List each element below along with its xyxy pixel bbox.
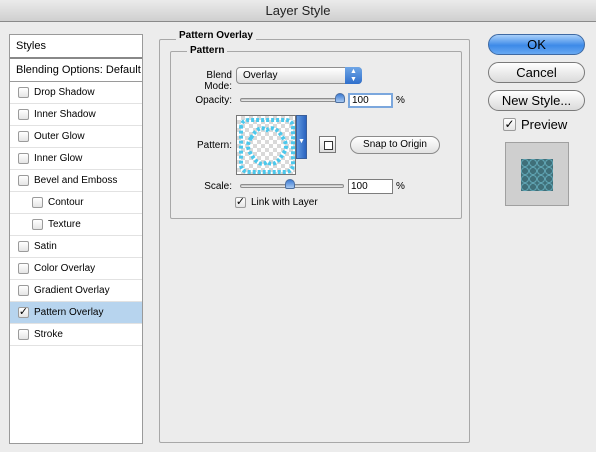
style-checkbox[interactable] <box>18 87 29 98</box>
style-checkbox[interactable] <box>18 109 29 120</box>
panel-title: Pattern Overlay <box>176 30 256 41</box>
preview-option[interactable]: ✓ Preview <box>503 117 567 132</box>
style-checkbox[interactable] <box>18 175 29 186</box>
style-item-label: Satin <box>34 241 57 252</box>
style-item-bevel-and-emboss[interactable]: Bevel and Emboss <box>10 170 142 192</box>
style-item-label: Texture <box>48 219 81 230</box>
style-item-label: Inner Glow <box>34 153 83 164</box>
style-item-label: Color Overlay <box>34 263 96 274</box>
style-item-label: Pattern Overlay <box>34 307 104 318</box>
new-style-button[interactable]: New Style... <box>488 90 585 111</box>
style-checkbox[interactable] <box>18 263 29 274</box>
style-item-contour[interactable]: Contour <box>10 192 142 214</box>
style-checkbox[interactable] <box>18 131 29 142</box>
preview-checkbox[interactable]: ✓ <box>503 118 516 131</box>
style-checkbox[interactable] <box>18 241 29 252</box>
chevron-updown-icon: ▲ ▼ <box>345 67 362 84</box>
cancel-button[interactable]: Cancel <box>488 62 585 83</box>
new-preset-icon[interactable] <box>319 136 336 153</box>
opacity-label: Opacity: <box>195 95 232 106</box>
blend-mode-value: Overlay <box>243 70 278 81</box>
style-checkbox[interactable] <box>18 153 29 164</box>
style-item-satin[interactable]: Satin <box>10 236 142 258</box>
style-item-outer-glow[interactable]: Outer Glow <box>10 126 142 148</box>
style-checkbox[interactable] <box>32 219 43 230</box>
style-item-pattern-overlay[interactable]: ✓ Pattern Overlay <box>10 302 142 324</box>
style-item-label: Stroke <box>34 329 63 340</box>
style-checkbox[interactable] <box>18 285 29 296</box>
link-with-layer-label: Link with Layer <box>251 197 318 208</box>
style-item-inner-shadow[interactable]: Inner Shadow <box>10 104 142 126</box>
styles-list: Styles Blending Options: Default Drop Sh… <box>9 34 143 444</box>
style-item-color-overlay[interactable]: Color Overlay <box>10 258 142 280</box>
ok-button[interactable]: OK <box>488 34 585 55</box>
style-item-gradient-overlay[interactable]: Gradient Overlay <box>10 280 142 302</box>
opacity-unit: % <box>396 95 405 106</box>
blend-mode-label: Blend Mode: <box>204 70 232 92</box>
scale-unit: % <box>396 181 405 192</box>
opacity-input[interactable]: 100 <box>348 93 393 108</box>
style-checkbox[interactable]: ✓ <box>18 307 29 318</box>
link-with-layer-checkbox[interactable]: ✓ <box>235 197 246 208</box>
preview-label: Preview <box>521 117 568 132</box>
scale-label: Scale: <box>204 181 232 192</box>
pattern-swatch[interactable] <box>236 115 296 175</box>
style-item-label: Outer Glow <box>34 131 85 142</box>
style-checkbox[interactable] <box>32 197 43 208</box>
link-with-layer-option[interactable]: ✓ Link with Layer <box>235 197 318 208</box>
blend-mode-select[interactable]: Overlay ▲ ▼ <box>236 67 362 84</box>
style-item-label: Inner Shadow <box>34 109 96 120</box>
style-item-label: Bevel and Emboss <box>34 175 118 186</box>
pattern-label: Pattern: <box>196 140 232 151</box>
snap-to-origin-button[interactable]: Snap to Origin <box>350 136 440 154</box>
style-checkbox[interactable] <box>18 329 29 340</box>
styles-header[interactable]: Styles <box>10 35 142 59</box>
scale-input[interactable]: 100 <box>348 179 393 194</box>
style-item-label: Gradient Overlay <box>34 285 110 296</box>
style-preview-swatch <box>521 159 553 191</box>
window-title: Layer Style <box>0 0 596 22</box>
pattern-picker-icon[interactable]: ▼ <box>296 115 307 159</box>
group-title: Pattern <box>187 45 228 56</box>
style-item-label: Drop Shadow <box>34 87 95 98</box>
pattern-preview-icon <box>239 118 295 174</box>
scale-slider-thumb[interactable] <box>285 179 295 189</box>
style-item-texture[interactable]: Texture <box>10 214 142 236</box>
style-item-drop-shadow[interactable]: Drop Shadow <box>10 82 142 104</box>
opacity-slider[interactable] <box>240 98 344 102</box>
opacity-slider-thumb[interactable] <box>335 93 345 103</box>
style-item-label: Contour <box>48 197 84 208</box>
style-preview <box>505 142 569 206</box>
style-item-inner-glow[interactable]: Inner Glow <box>10 148 142 170</box>
blending-options-item[interactable]: Blending Options: Default <box>10 59 142 82</box>
style-item-stroke[interactable]: Stroke <box>10 324 142 346</box>
